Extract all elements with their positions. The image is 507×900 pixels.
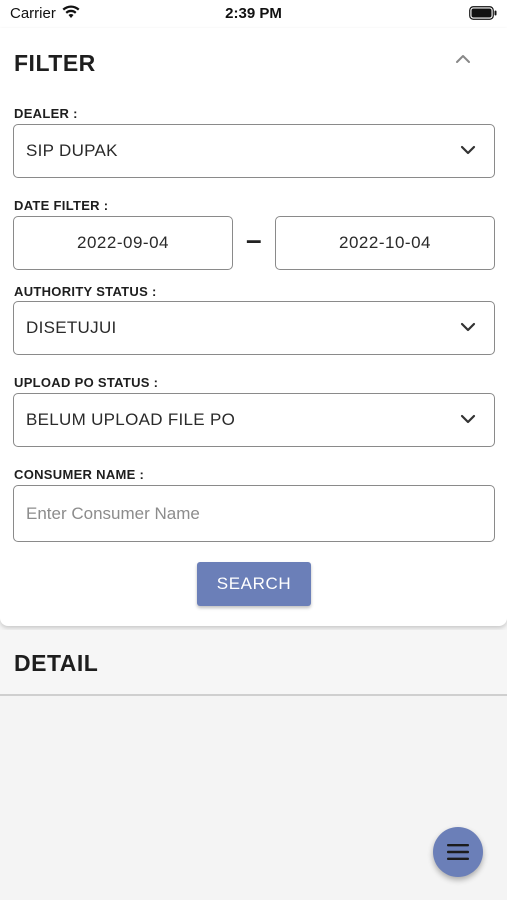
search-button[interactable]: SEARCH (197, 562, 311, 606)
filter-panel: FILTER DEALER : SIP DUPAK DATE FILTER : … (0, 28, 507, 626)
battery-icon (469, 6, 497, 20)
date-filter-label: DATE FILTER : (14, 198, 109, 213)
authority-status-value: DISETUJUI (26, 318, 117, 337)
authority-status-label: AUTHORITY STATUS : (14, 284, 157, 299)
authority-status-select[interactable]: DISETUJUI (13, 301, 495, 355)
upload-po-status-select[interactable]: BELUM UPLOAD FILE PO (13, 393, 495, 447)
dealer-select[interactable]: SIP DUPAK (13, 124, 495, 178)
dealer-value: SIP DUPAK (26, 141, 118, 160)
chevron-down-icon (460, 145, 476, 155)
filter-title: FILTER (14, 50, 96, 76)
chevron-up-icon[interactable] (455, 54, 471, 64)
detail-title: DETAIL (14, 650, 99, 676)
date-separator: – (246, 224, 262, 255)
upload-po-status-value: BELUM UPLOAD FILE PO (26, 410, 236, 429)
menu-icon (447, 844, 469, 860)
chevron-down-icon (460, 322, 476, 332)
status-time: 2:39 PM (225, 5, 282, 22)
menu-fab-button[interactable] (433, 827, 483, 877)
chevron-down-icon (460, 414, 476, 424)
consumer-name-label: CONSUMER NAME : (14, 467, 145, 482)
start-date-field[interactable]: 2022-09-04 (13, 216, 233, 270)
status-bar: Carrier 2:39 PM (0, 0, 507, 28)
upload-po-status-label: UPLOAD PO STATUS : (14, 375, 159, 390)
dealer-label: DEALER : (14, 106, 78, 121)
consumer-name-input[interactable] (13, 485, 495, 542)
end-date-field[interactable]: 2022-10-04 (275, 216, 495, 270)
detail-panel: DETAIL (0, 630, 507, 696)
